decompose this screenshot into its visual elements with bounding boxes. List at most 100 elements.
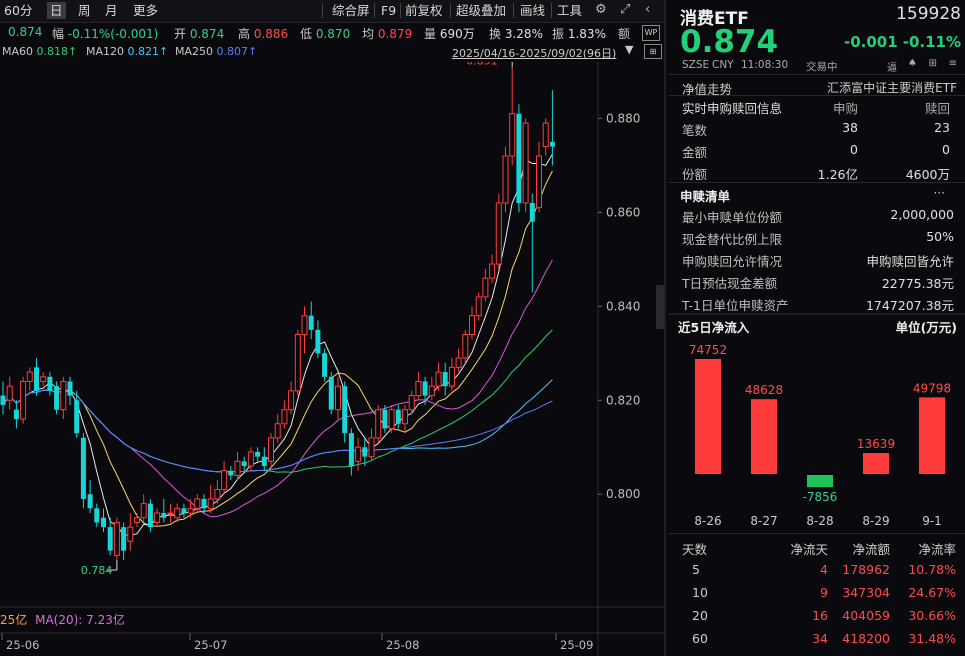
candle-body-up bbox=[495, 202, 502, 265]
candle-body-up bbox=[428, 385, 435, 397]
info-change: 幅 -0.11%(-0.001) bbox=[52, 27, 159, 41]
period-more-tab[interactable]: 更多 bbox=[133, 2, 158, 19]
candle-body-down bbox=[328, 376, 334, 410]
candle-body-down bbox=[47, 376, 53, 391]
candle-body-up bbox=[375, 409, 382, 439]
period-day-tab[interactable]: 日 bbox=[47, 2, 66, 19]
stats-cell: 404059 bbox=[842, 608, 890, 623]
draw-line-button[interactable]: 画线 bbox=[520, 2, 545, 19]
ma-legend-bar: MA60 0.818↑ MA120 0.821↑ MA250 0.807↑ 20… bbox=[0, 43, 664, 61]
price-change-pct: -0.11% bbox=[902, 33, 961, 51]
super-overlay-button[interactable]: 超级叠加 bbox=[456, 2, 506, 19]
candle-body-up bbox=[402, 409, 408, 425]
info-close: 收0.874 bbox=[8, 25, 43, 39]
stats-header-cell: 天数 bbox=[682, 542, 708, 557]
candle-body-down bbox=[94, 508, 100, 523]
stats-cell: 418200 bbox=[842, 631, 890, 646]
candle-body-up bbox=[482, 277, 489, 298]
date-range-label[interactable]: 2025/04/16-2025/09/02(96日) bbox=[452, 45, 616, 61]
candle-body-up bbox=[435, 371, 442, 387]
forward-adjust-button[interactable]: 前复权 bbox=[405, 2, 443, 19]
f9-button[interactable]: F9 bbox=[381, 2, 396, 19]
candle-body-up bbox=[221, 470, 228, 491]
net-inflow-bar-chart: 74752 8-26 48628 8-27 -7856 8-28 13639 8-29 4979… bbox=[689, 343, 951, 528]
inflow-date: 8-27 bbox=[750, 514, 777, 528]
candlesticks bbox=[0, 66, 555, 561]
candle-body-up bbox=[294, 334, 301, 392]
info-low: 低 0.870 bbox=[300, 27, 351, 41]
x-tick-label: 25-06 bbox=[6, 638, 39, 652]
info-amplitude: 振 1.83% bbox=[552, 27, 606, 41]
volume-ma-bar: 25亿 MA(20): 7.23亿 bbox=[0, 611, 125, 628]
candle-body-down bbox=[54, 386, 60, 410]
period-60min-tab[interactable]: 60分 bbox=[4, 2, 32, 19]
candle-body-down bbox=[0, 395, 6, 405]
market-code: SZSE bbox=[682, 59, 710, 71]
gear-icon[interactable]: ⚙ bbox=[595, 2, 607, 17]
chart-settings-icon[interactable]: ⊞ bbox=[644, 44, 662, 59]
fullscreen-icon[interactable]: ⊞ bbox=[929, 58, 937, 69]
candle-body-down bbox=[87, 494, 93, 509]
list-row: T-1日单位申赎资产 1747207.38元 bbox=[682, 298, 954, 313]
redemption-list-title: 申赎清单 bbox=[680, 189, 731, 204]
info-high: 高 0.886 bbox=[238, 27, 289, 41]
date-axis: 25-06 25-07 25-08 25-09 bbox=[1, 633, 593, 652]
candle-body-up bbox=[408, 395, 415, 411]
inflow-value: -7856 bbox=[803, 490, 838, 504]
inflow-bar bbox=[919, 397, 945, 474]
candle-body-down bbox=[395, 409, 401, 424]
candle-body-down bbox=[228, 470, 234, 476]
candle-body-down bbox=[322, 353, 328, 377]
candle-body-up bbox=[274, 423, 281, 439]
candle-body-up bbox=[187, 507, 194, 514]
candle-body-down bbox=[308, 315, 314, 330]
candle-body-up bbox=[247, 451, 254, 467]
candle-body-down bbox=[201, 498, 207, 509]
toolbar-divider bbox=[322, 3, 323, 18]
candle-body-up bbox=[127, 526, 134, 542]
y-tick-label: 0.840 bbox=[606, 299, 640, 313]
y-tick-label: 0.860 bbox=[606, 205, 640, 219]
candle-body-up bbox=[234, 460, 241, 476]
x-tick-label: 25-09 bbox=[560, 638, 593, 652]
candle-body-up bbox=[368, 437, 375, 458]
range-dropdown-icon[interactable]: ▼ bbox=[625, 43, 633, 56]
period-month-tab[interactable]: 月 bbox=[105, 2, 118, 19]
candle-body-up bbox=[288, 390, 295, 411]
access-icon[interactable]: 逼 bbox=[887, 59, 897, 74]
candle-body-up bbox=[268, 437, 274, 462]
candle-body-down bbox=[161, 513, 167, 518]
bell-icon[interactable]: ♠ bbox=[908, 58, 917, 69]
ma60-legend: MA60 0.818↑ bbox=[2, 45, 78, 58]
info-open: 开 0.874 bbox=[174, 27, 225, 41]
candle-body-down bbox=[549, 141, 555, 147]
tools-button[interactable]: 工具 bbox=[557, 2, 582, 19]
candle-body-up bbox=[335, 385, 341, 411]
inflow-date: 8-29 bbox=[862, 514, 889, 528]
expand-icon[interactable]: ⤢ bbox=[620, 2, 630, 17]
composite-screen-button[interactable]: 综合屏 bbox=[332, 2, 370, 19]
high-low-annotations: 0.891 0.784 bbox=[81, 62, 513, 577]
ma250-legend: MA250 0.807↑ bbox=[175, 45, 258, 58]
stats-header-cell: 净流天 bbox=[790, 542, 828, 557]
toolbar-divider bbox=[400, 3, 401, 18]
menu-icon[interactable]: ≡ bbox=[949, 58, 957, 69]
period-week-tab[interactable]: 周 bbox=[78, 2, 91, 19]
more-button[interactable]: ··· bbox=[934, 186, 945, 200]
candle-body-down bbox=[181, 508, 187, 514]
chart-scrollbar[interactable] bbox=[656, 285, 664, 329]
list-row: 现金替代比例上限 50% bbox=[682, 229, 954, 247]
volume-ma20: MA(20): 7.23亿 bbox=[35, 613, 125, 627]
toolbar-divider bbox=[551, 3, 552, 18]
price-change: -0.001 bbox=[844, 33, 898, 51]
divider bbox=[668, 74, 965, 75]
quote-info-bar: 收0.874 幅 -0.11%(-0.001) 开 0.874 高 0.886 … bbox=[0, 22, 664, 42]
chevron-left-icon[interactable]: ‹ bbox=[645, 2, 650, 17]
kline-chart[interactable]: 0.8000.8200.8400.8600.880 25-06 25-07 25-0… bbox=[0, 62, 664, 656]
wp-badge-icon[interactable]: WP bbox=[642, 25, 660, 41]
stats-cell: 60 bbox=[692, 631, 708, 646]
candle-body-up bbox=[489, 263, 496, 279]
candle-body-up bbox=[281, 409, 288, 425]
candle-body-down bbox=[121, 527, 127, 551]
candle-body-up bbox=[154, 512, 161, 523]
